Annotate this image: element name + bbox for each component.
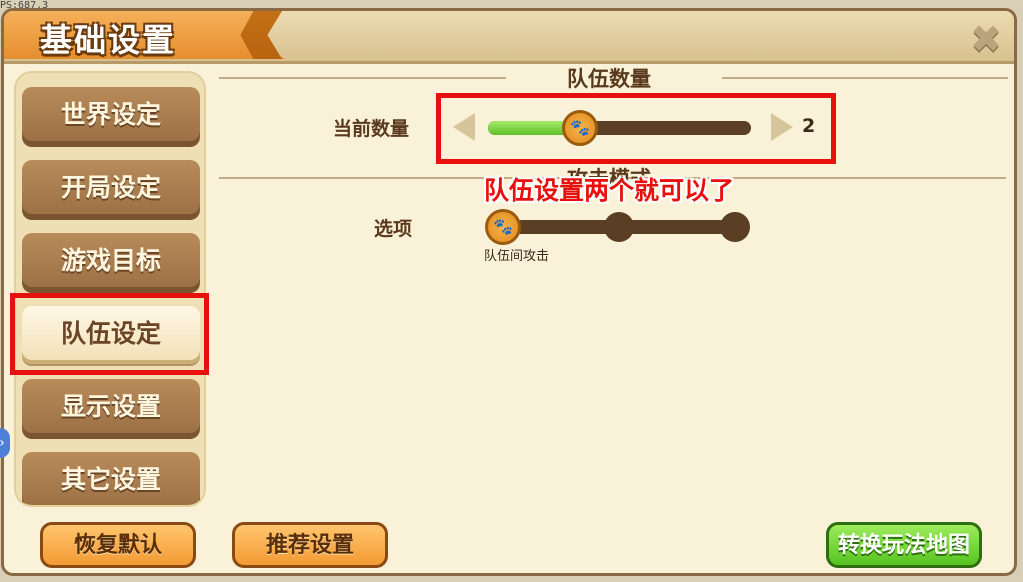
- paw-option-knob-icon[interactable]: 🐾: [485, 209, 521, 245]
- window-title: 基础设置: [40, 21, 177, 59]
- sidebar-item-other-settings[interactable]: 其它设置: [22, 452, 200, 505]
- annotation-text: 队伍设置两个就可以了: [484, 176, 735, 205]
- decrease-arrow-icon[interactable]: [451, 110, 481, 144]
- team-count-label: 当前数量: [333, 118, 410, 140]
- title-bar: 基础设置 ✖: [4, 11, 1014, 64]
- sidebar-item-display-settings[interactable]: 显示设置: [22, 379, 200, 437]
- sidebar-item-game-goal[interactable]: 游戏目标: [22, 233, 200, 291]
- attack-mode-option-3[interactable]: [720, 212, 750, 242]
- section-divider: [219, 77, 506, 79]
- switch-map-button[interactable]: 转换玩法地图: [826, 522, 982, 568]
- team-count-value: 2: [802, 115, 816, 137]
- section-title-team-count: 队伍数量: [567, 67, 651, 91]
- sidebar-item-start-settings[interactable]: 开局设定: [22, 160, 200, 218]
- team-count-slider[interactable]: [488, 121, 751, 135]
- paw-slider-knob-icon[interactable]: 🐾: [562, 110, 599, 146]
- increase-arrow-icon[interactable]: [765, 110, 795, 144]
- restore-defaults-button[interactable]: 恢复默认: [40, 522, 196, 568]
- attack-mode-option-2[interactable]: [604, 212, 634, 242]
- fps-counter: PS:687.3: [0, 0, 49, 11]
- highlight-box-team-tab: [10, 293, 209, 375]
- settings-window: 基础设置 ✖ 世界设定 开局设定 游戏目标 队伍设定 显示设置 其它设置 队伍数…: [1, 8, 1017, 576]
- section-divider: [722, 77, 1008, 79]
- settings-sidebar: 世界设定 开局设定 游戏目标 队伍设定 显示设置 其它设置: [14, 71, 206, 507]
- attack-mode-label: 选项: [374, 218, 413, 240]
- attack-mode-selected-label: 队伍间攻击: [484, 249, 550, 264]
- recommended-settings-button[interactable]: 推荐设置: [232, 522, 388, 568]
- close-icon[interactable]: ✖: [968, 20, 1004, 58]
- sidebar-item-world-settings[interactable]: 世界设定: [22, 87, 200, 145]
